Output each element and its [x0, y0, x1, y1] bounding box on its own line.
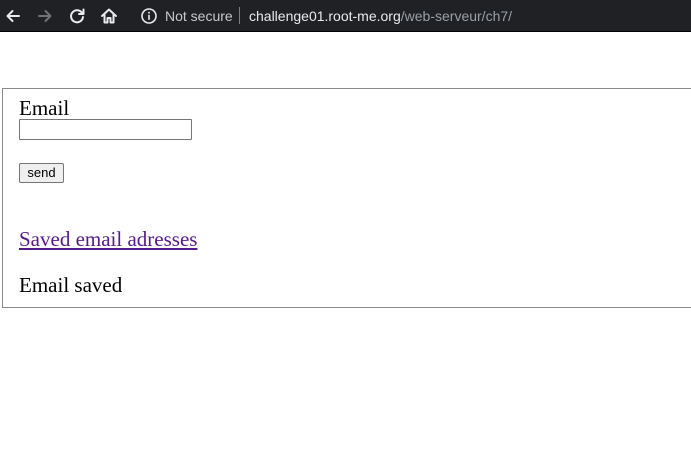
info-icon[interactable] — [140, 7, 158, 25]
home-button[interactable] — [97, 4, 121, 28]
reload-button[interactable] — [65, 4, 89, 28]
address-divider — [239, 7, 240, 24]
saved-email-addresses-link[interactable]: Saved email adresses — [19, 227, 197, 251]
forward-button[interactable] — [33, 4, 57, 28]
email-input[interactable] — [19, 119, 192, 140]
address-bar[interactable]: Not secure challenge01.root-me.org/web-s… — [130, 2, 691, 30]
back-arrow-icon — [6, 10, 20, 22]
home-icon — [101, 8, 117, 24]
browser-toolbar: Not secure challenge01.root-me.org/web-s… — [0, 0, 691, 32]
security-status-label[interactable]: Not secure — [165, 7, 233, 25]
reload-icon — [70, 8, 85, 24]
email-label: Email — [19, 96, 70, 120]
url-host: challenge01.root-me.org — [249, 8, 401, 24]
back-button[interactable] — [1, 4, 25, 28]
status-message: Email saved — [19, 273, 123, 297]
url-text[interactable]: challenge01.root-me.org/web-serveur/ch7/ — [249, 7, 512, 25]
page-content: Email send Saved email adresses Email sa… — [0, 33, 691, 460]
email-form-box: Email send Saved email adresses Email sa… — [2, 88, 691, 308]
url-path: /web-serveur/ch7/ — [400, 8, 513, 24]
forward-arrow-icon — [38, 10, 52, 22]
send-button[interactable]: send — [19, 163, 64, 183]
